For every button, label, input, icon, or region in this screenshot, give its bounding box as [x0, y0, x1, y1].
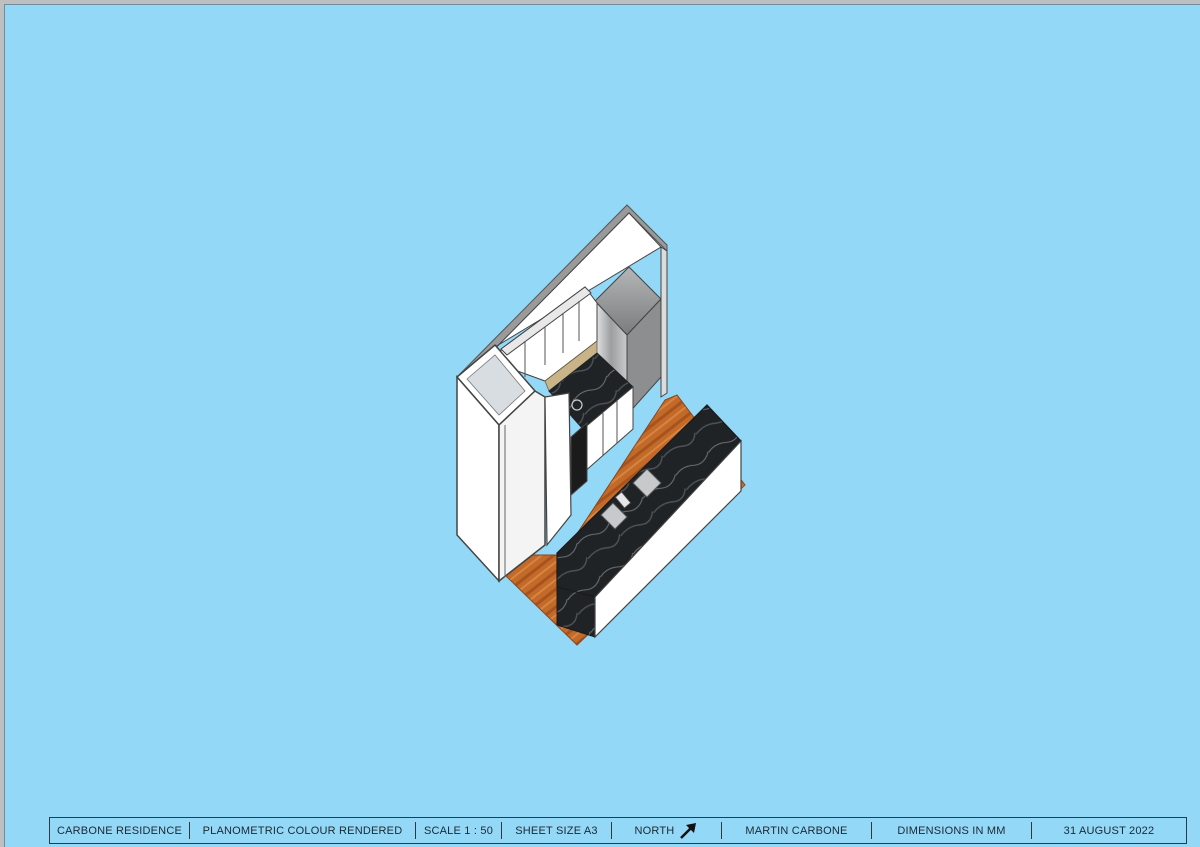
title-project: CARBONE RESIDENCE	[50, 822, 190, 839]
title-designer: MARTIN CARBONE	[722, 822, 872, 839]
title-dimensions: DIMENSIONS IN MM	[872, 822, 1032, 839]
kitchen-planometric-drawing	[455, 204, 746, 646]
title-scale: SCALE 1 : 50	[416, 822, 502, 839]
oven	[570, 421, 588, 497]
drawing-sheet: CARBONE RESIDENCE PLANOMETRIC COLOUR REN…	[4, 4, 1200, 847]
title-block: CARBONE RESIDENCE PLANOMETRIC COLOUR REN…	[49, 817, 1187, 844]
pantry-door-open	[544, 392, 572, 547]
title-sheet-size: SHEET SIZE A3	[502, 822, 612, 839]
north-arrow-icon	[680, 822, 697, 839]
north-label: NORTH	[634, 824, 675, 837]
title-drawing-type: PLANOMETRIC COLOUR RENDERED	[190, 822, 416, 839]
pantry-front-face	[498, 390, 546, 583]
side-wall	[660, 246, 668, 398]
title-date: 31 AUGUST 2022	[1063, 824, 1155, 837]
title-north: NORTH	[612, 822, 722, 839]
